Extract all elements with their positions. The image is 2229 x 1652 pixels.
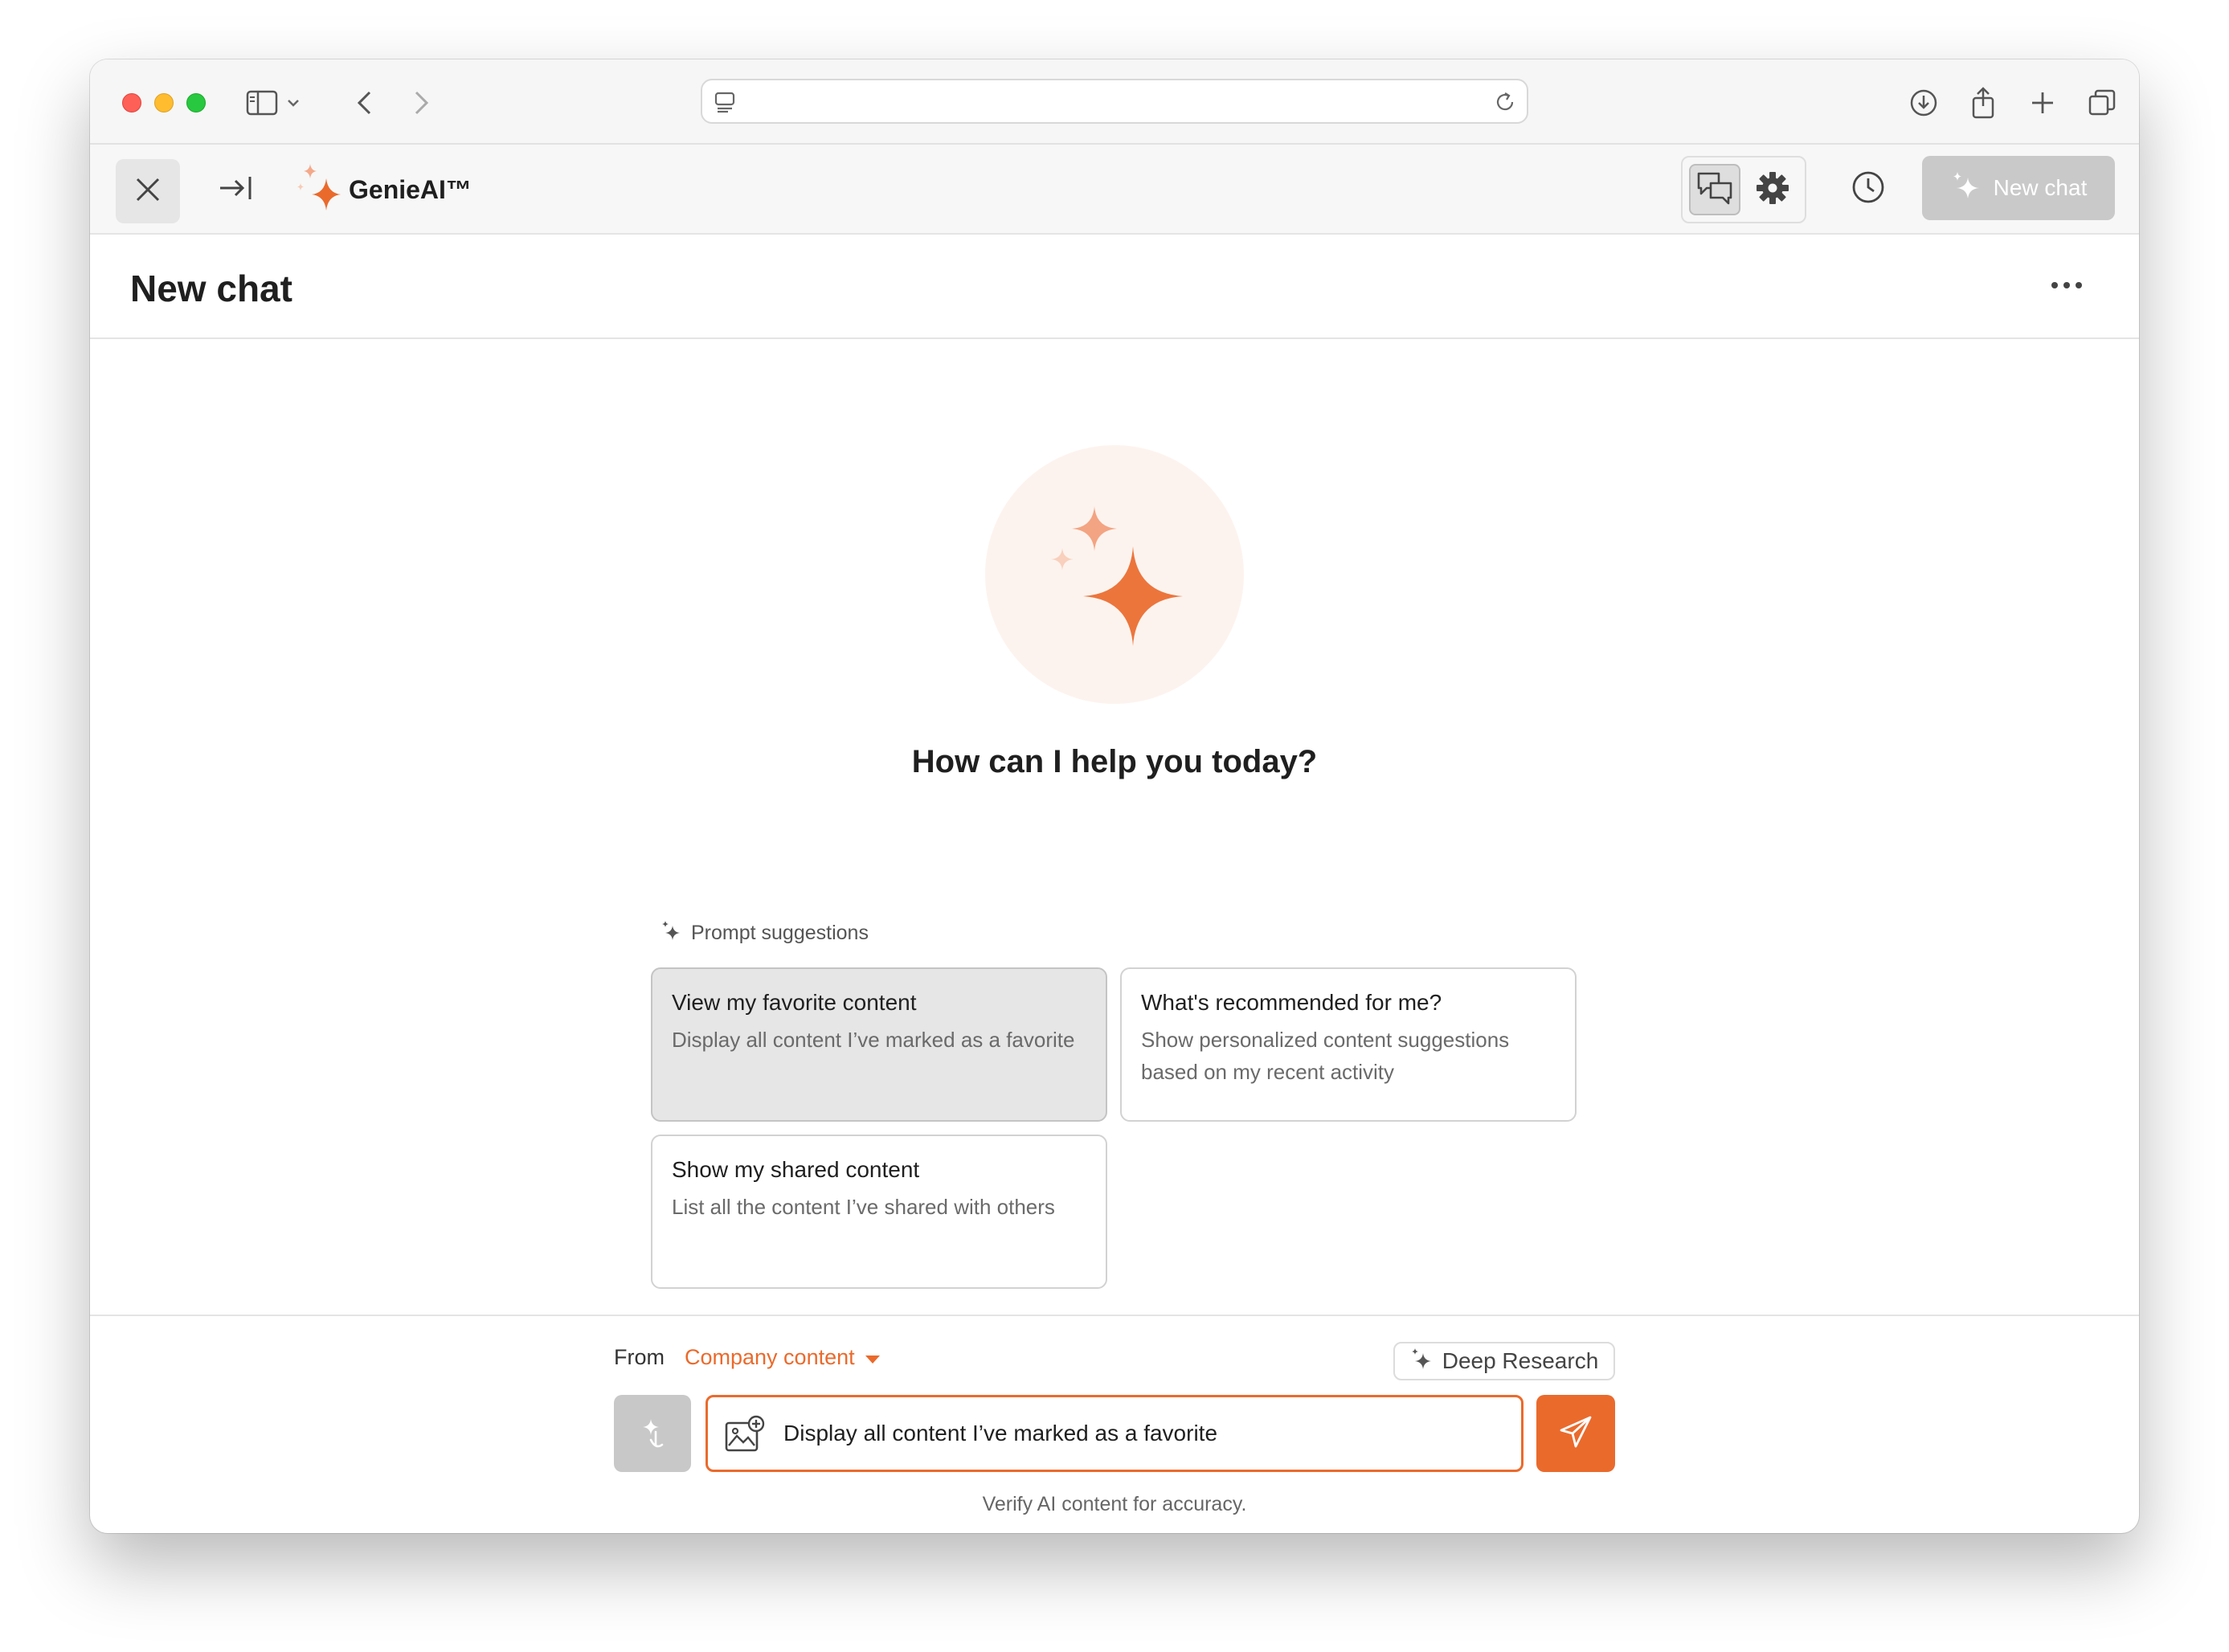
send-button[interactable] <box>1536 1395 1615 1472</box>
share-icon[interactable] <box>1965 85 2001 121</box>
source-value: Company content <box>685 1345 855 1369</box>
tabs-icon[interactable] <box>2084 85 2120 121</box>
page-title: New chat <box>130 268 292 309</box>
new-chat-label: New chat <box>1993 175 2088 200</box>
sidebar-icon[interactable] <box>244 85 280 121</box>
app-header: GenieAI™ New chat <box>90 145 2139 235</box>
composer-divider <box>90 1315 2139 1316</box>
new-chat-button[interactable]: New chat <box>1922 156 2115 220</box>
title-bar: New chat <box>90 235 2139 339</box>
sparkle-icon <box>1950 170 1982 207</box>
send-icon <box>1558 1414 1593 1454</box>
prompt-input-box <box>706 1395 1523 1472</box>
chat-view-button[interactable] <box>1689 164 1740 215</box>
disclaimer-text: Verify AI content for accuracy. <box>982 1493 1247 1515</box>
close-window-button[interactable] <box>122 93 141 112</box>
attach-image-icon[interactable] <box>724 1415 766 1454</box>
back-icon[interactable] <box>347 85 382 121</box>
more-options-button[interactable] <box>2043 268 2091 304</box>
browser-toolbar <box>90 59 2139 145</box>
from-label: From <box>614 1345 665 1369</box>
download-icon[interactable] <box>1906 85 1941 121</box>
suggestion-desc: Display all content I’ve marked as a fav… <box>672 1028 1075 1052</box>
sparkles-icon <box>985 506 1244 707</box>
prompt-suggestions-label: Prompt suggestions <box>661 919 869 947</box>
suggestion-card-recommended[interactable]: What's recommended for me? Show personal… <box>1120 967 1577 1122</box>
chevron-down-icon[interactable] <box>281 85 305 121</box>
suggestion-title: View my favorite content <box>672 990 917 1015</box>
close-icon <box>134 176 162 207</box>
forward-icon[interactable] <box>403 85 439 121</box>
collapse-panel-button[interactable] <box>211 164 262 215</box>
sparkle-touch-icon <box>635 1413 670 1455</box>
source-dropdown[interactable]: Company content <box>685 1345 881 1370</box>
suggestion-card-shared[interactable]: Show my shared content List all the cont… <box>651 1135 1107 1289</box>
suggestion-desc: Show personalized content suggestions ba… <box>1141 1028 1510 1084</box>
sparkle-icon <box>1410 1347 1434 1376</box>
history-button[interactable] <box>1842 162 1895 215</box>
more-icon <box>2051 279 2083 293</box>
collapse-icon <box>219 174 254 206</box>
chat-bubbles-icon <box>1696 170 1733 210</box>
suggestion-desc: List all the content I’ve shared with ot… <box>672 1195 1055 1219</box>
prompt-input[interactable] <box>783 1397 1507 1470</box>
suggestion-title: What's recommended for me? <box>1141 990 1442 1015</box>
minimize-window-button[interactable] <box>154 93 174 112</box>
sparkle-small-icon <box>661 919 683 947</box>
view-toggle-group <box>1681 156 1806 223</box>
clock-icon <box>1851 170 1886 209</box>
close-button[interactable] <box>116 159 180 223</box>
brand-name: GenieAI™ <box>349 175 472 204</box>
suggestion-title: Show my shared content <box>672 1157 920 1182</box>
reload-icon[interactable] <box>1493 90 1517 114</box>
zoom-window-button[interactable] <box>186 93 206 112</box>
hero-heading: How can I help you today? <box>911 744 1318 779</box>
genie-logo-icon <box>294 161 346 217</box>
suggestion-card-favorites[interactable]: View my favorite content Display all con… <box>651 967 1107 1122</box>
hero-illustration <box>985 445 1244 704</box>
settings-button[interactable] <box>1747 164 1798 215</box>
deep-research-label: Deep Research <box>1442 1348 1599 1373</box>
browser-window: GenieAI™ New chat New chat How can I hel… <box>90 59 2139 1533</box>
voice-input-button[interactable] <box>614 1395 691 1472</box>
prompt-suggestions-text: Prompt suggestions <box>691 922 869 944</box>
plus-icon[interactable] <box>2025 85 2060 121</box>
gear-icon <box>1756 171 1789 209</box>
page-icon <box>714 90 738 114</box>
address-bar[interactable] <box>701 79 1528 124</box>
caret-down-icon <box>865 1345 881 1370</box>
deep-research-button[interactable]: Deep Research <box>1393 1342 1615 1380</box>
